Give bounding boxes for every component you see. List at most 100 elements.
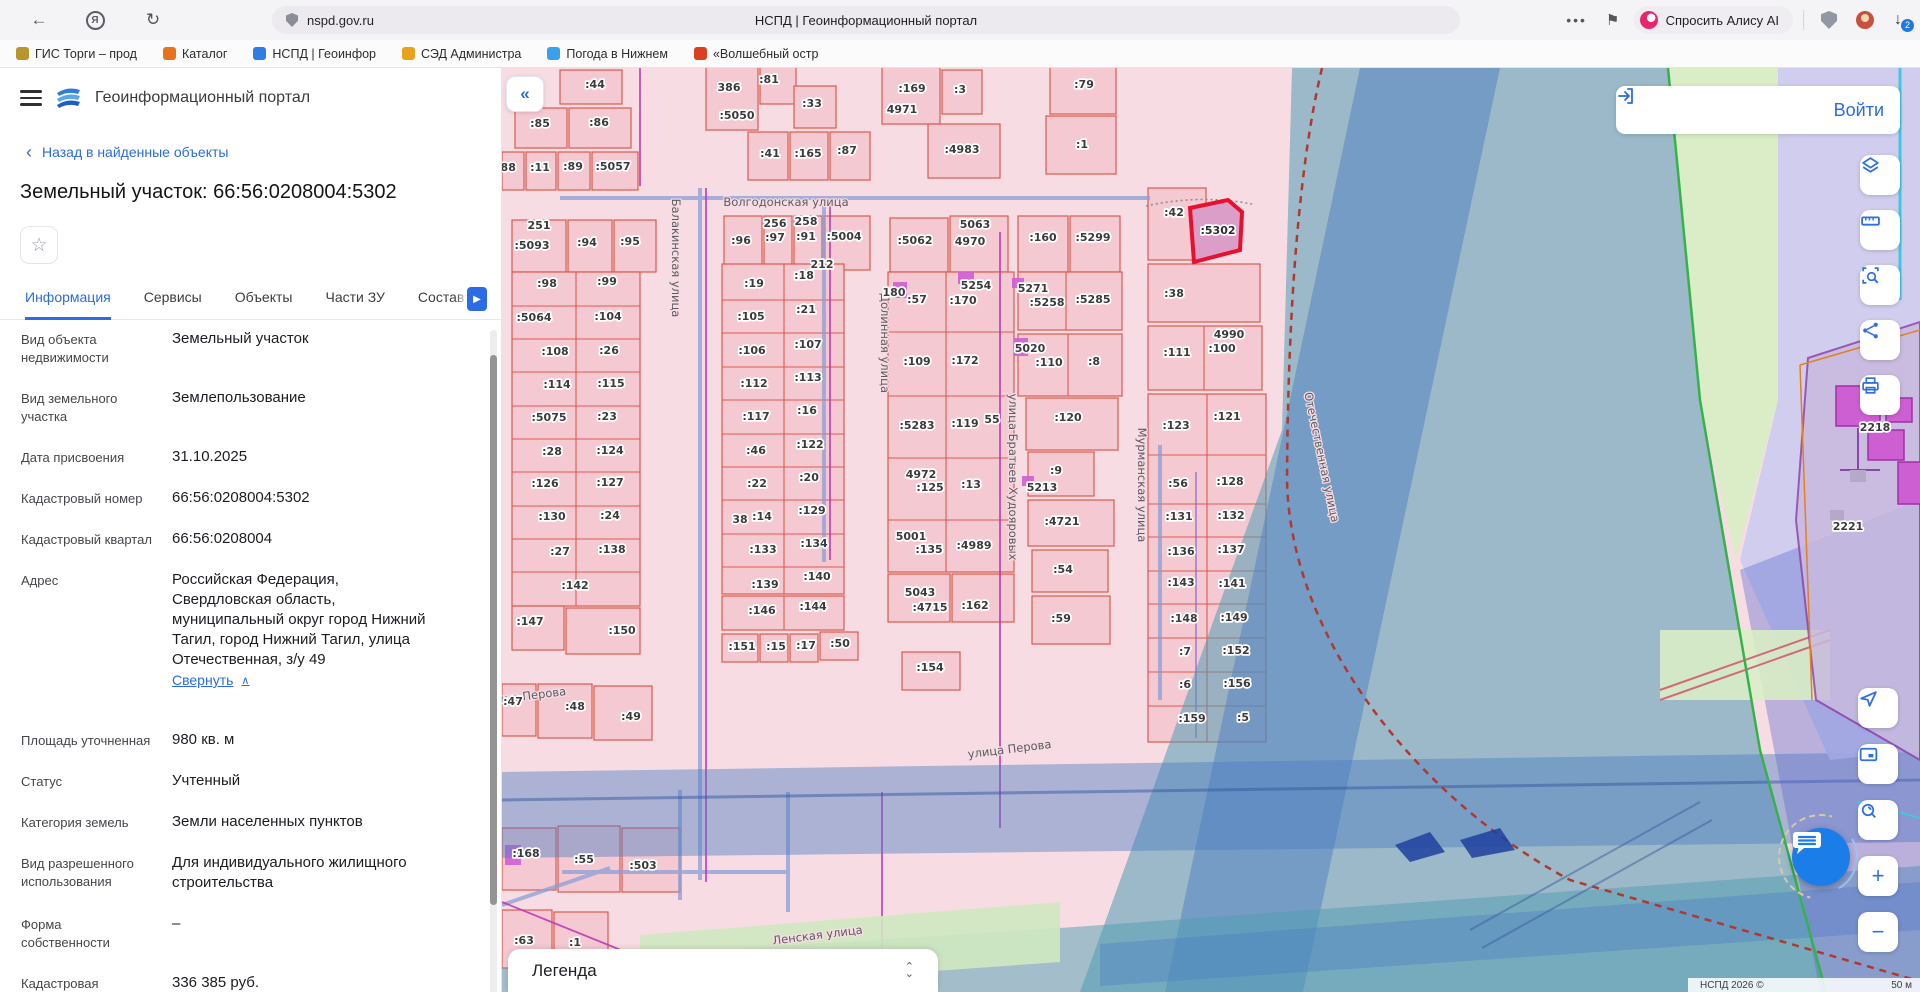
parcel-label: :46 [746,444,766,457]
login-button[interactable]: Войти [1616,86,1900,134]
parcel-label: :98 [537,277,557,290]
tab-Состав[interactable]: Состав [418,289,464,319]
share-button[interactable] [1860,320,1900,360]
chat-icon [1792,828,1822,856]
map-attribution: НСПД 2026 © 50 м [1688,978,1920,992]
download-badge: 2 [1901,19,1914,32]
parcel-label: :7 [1179,645,1191,658]
app-title: Геоинформационный портал [95,89,310,107]
ruler-button[interactable] [1860,210,1900,250]
parcel-label: :1 [569,936,581,949]
parcel-label: :5299 [1075,231,1110,244]
parcel-label: :112 [740,377,767,390]
back-icon[interactable]: ← [24,5,54,35]
parcel-label: :111 [1163,346,1190,359]
panel-scrollbar-thumb[interactable] [490,355,497,905]
parcel-label: :42 [1164,206,1184,219]
info-row: Кадастровый номер66:56:0208004:5302 [0,488,501,508]
url-bar[interactable]: nspd.gov.ru НСПД | Геоинформационный пор… [272,6,1460,34]
tab-bar: Информация Сервисы Объекты Части ЗУ Состав▶ [0,289,501,320]
bookmark-item[interactable]: Погода в Нижнем [547,47,668,61]
legend-panel[interactable]: Легенда ⌃⌄ [508,949,938,992]
more-icon[interactable]: ••• [1562,5,1592,35]
parcel-label: :55 [574,853,594,866]
parcel-label: :124 [596,444,624,457]
portal-logo-icon [55,86,82,110]
tabs-scroll-right-button[interactable]: ▶ [467,287,487,311]
parcel-label: 4971 [887,103,918,116]
parcel-label: 5271 [1018,282,1049,295]
bookmark-item[interactable]: «Волшебный остр [694,47,818,61]
parcel-label: :49 [621,710,641,723]
favicon-icon [402,47,415,60]
parcel-label: :88 [502,161,516,174]
download-icon[interactable]: ↓2 [1886,11,1910,29]
info-rows: Вид объекта недвижимостиЗемельный участо… [0,320,501,992]
bookmark-item[interactable]: ГИС Торги – прод [16,47,137,61]
area-search-button[interactable] [1858,800,1898,840]
info-value: Земли населенных пунктов [172,812,438,832]
menu-icon[interactable] [20,90,42,106]
object-search-button[interactable] [1860,265,1900,305]
reload-icon[interactable]: ↻ [138,5,168,35]
profile-extension-icon[interactable] [1850,5,1880,35]
legend-toggle-icon[interactable]: ⌃⌄ [905,964,914,978]
tab-Информация[interactable]: Информация [25,289,111,320]
bookmark-item[interactable]: НСПД | Геоинфор [253,47,376,61]
shield-extension-icon[interactable] [1814,5,1844,35]
parcel-label: :16 [797,404,817,417]
parcel-label: :139 [751,578,778,591]
info-label: Вид земельного участка [21,388,172,426]
tab-Сервисы[interactable]: Сервисы [144,289,202,319]
chevron-up-icon: ∧ [241,674,249,687]
zoom-out-button[interactable]: − [1858,912,1898,952]
parcel-label: 180 [883,286,906,299]
parcel-label: :169 [898,82,925,95]
bookmarks-bar: ГИС Торги – прод Каталог НСПД | Геоинфор СЭ… [0,40,1920,68]
street-label: Волгодонская улица [723,195,848,209]
print-button[interactable] [1860,375,1900,415]
bookmark-label: Каталог [182,47,227,61]
layers-button[interactable] [1860,155,1900,195]
minimap-button[interactable] [1858,744,1898,784]
minus-icon: − [1872,922,1885,942]
info-value: 31.10.2025 [172,447,438,467]
parcel-label: 38 [732,513,747,526]
info-row: Форма собственности– [0,914,501,952]
info-label: Статус [21,771,172,791]
parcel-label: :152 [1222,644,1249,657]
parcel-label: :15 [766,640,786,653]
parcel-label: :17 [796,639,816,652]
favorite-button[interactable]: ☆ [20,226,58,264]
chat-fab[interactable] [1792,828,1850,886]
parcel-label: :59 [1051,612,1071,625]
map-area[interactable]: Волгодонская улицаБалакинская улицаДолин… [502,68,1920,992]
bookmark-item[interactable]: Каталог [163,47,227,61]
parcel-label: :104 [594,310,622,323]
parcel-title: Земельный участок: 66:56:0208004:5302 [20,181,501,204]
bookmark-icon[interactable]: ⚑ [1598,5,1628,35]
parcel-label: :5062 [897,234,932,247]
parcel-label: :100 [1208,342,1236,355]
locate-button[interactable] [1858,688,1898,728]
tab-Объекты[interactable]: Объекты [235,289,293,319]
parcel-label: :120 [1054,411,1082,424]
zoom-in-button[interactable]: + [1858,856,1898,896]
map-canvas[interactable]: Волгодонская улицаБалакинская улицаДолин… [502,68,1920,992]
tab-Части ЗУ[interactable]: Части ЗУ [325,289,384,319]
parcel-label: :57 [907,293,927,306]
parcel-label: :154 [916,661,944,674]
star-icon: ☆ [30,234,47,257]
alice-button[interactable]: Спросить Алису AI [1634,6,1793,34]
parcel-label: 4970 [955,235,986,248]
parcel-label: :87 [837,144,857,157]
browser-logo-icon[interactable]: Я [80,5,110,35]
bookmark-label: СЭД Администра [421,47,521,61]
collapse-address-link[interactable]: Свернуть∧ [172,672,249,688]
back-to-results-link[interactable]: ‹ Назад в найденные объекты [26,144,501,160]
parcel-label: :28 [542,445,562,458]
collapse-panel-button[interactable]: « [506,76,544,112]
parcel-label: :130 [538,510,566,523]
bookmark-item[interactable]: СЭД Администра [402,47,521,61]
parcel-label: :122 [796,438,823,451]
